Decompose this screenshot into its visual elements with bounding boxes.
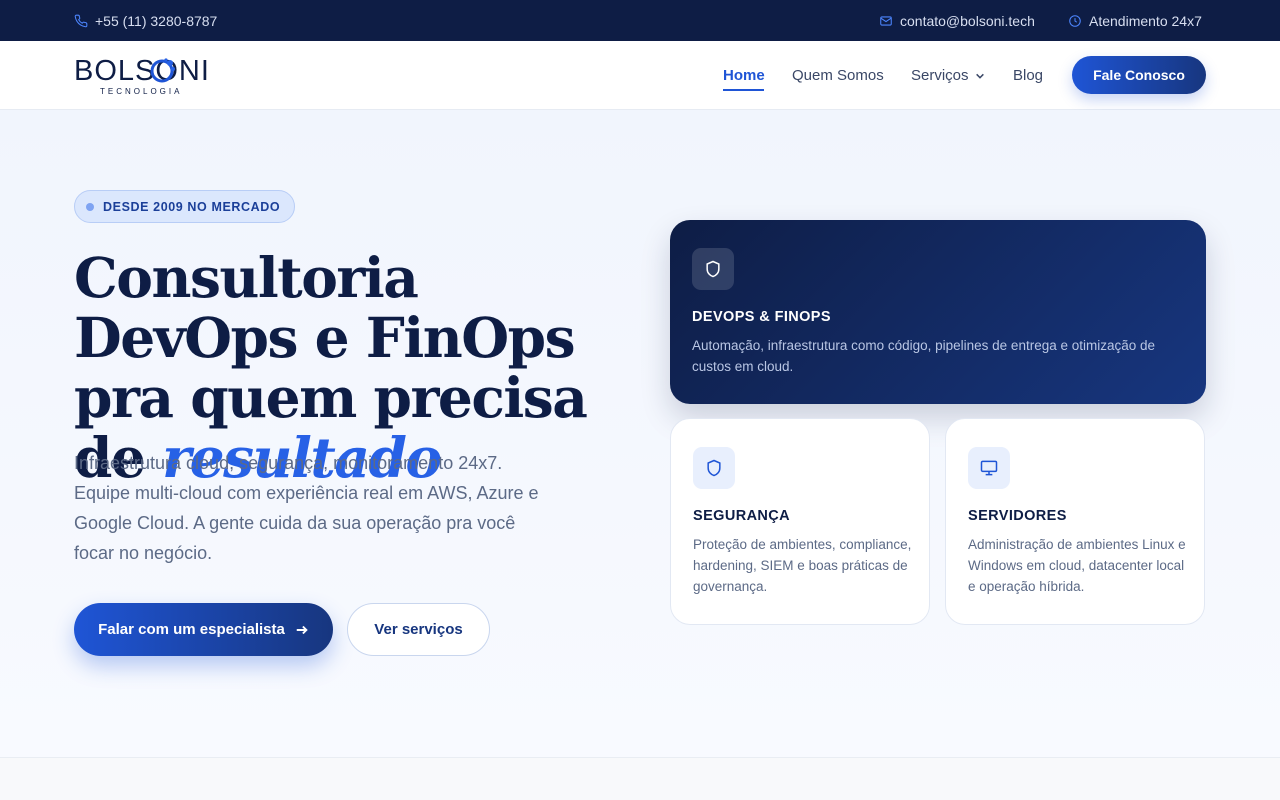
primary-cta-label: Falar com um especialista [98,621,285,638]
card-title: SERVIDORES [968,508,1067,524]
mail-icon [880,15,892,26]
arrow-right-icon [296,625,308,634]
service-card-devops[interactable]: DEVOPS & FINOPS Automação, infraestrutur… [670,220,1206,404]
card-description: Proteção de ambientes, compliance, harde… [693,537,912,594]
next-section-edge [0,757,1280,800]
nav-servicos-label: Serviços [911,67,969,84]
topbar-hours: Atendimento 24x7 [1068,0,1202,41]
brand-logo[interactable]: BOLSONI TECNOLOGIA [74,55,214,97]
topbar-email[interactable]: contato@bolsoni.tech [879,0,1035,41]
since-badge: DESDE 2009 NO MERCADO [74,190,295,223]
card-description: Automação, infraestrutura como código, p… [692,338,1156,374]
card-description: Administração de ambientes Linux e Windo… [968,537,1186,594]
card-title: SEGURANÇA [693,508,791,524]
brand-name: BOLSONI [74,55,210,87]
nav-quem-somos[interactable]: Quem Somos [792,41,884,110]
topbar-hours-text: Atendimento 24x7 [1089,12,1202,29]
badge-text: DESDE 2009 NO MERCADO [103,199,281,214]
logo-mark-icon [150,58,175,83]
talk-to-specialist-button[interactable]: Falar com um especialista [74,603,333,656]
nav-servicos[interactable]: Serviços [911,41,985,110]
service-card-seguranca[interactable]: SEGURANÇA Proteção de ambientes, complia… [670,418,930,625]
brand-tagline: TECNOLOGIA [100,87,183,96]
topbar-phone-text: +55 (11) 3280-8787 [95,12,218,29]
nav-blog[interactable]: Blog [1013,41,1043,110]
nav-active-indicator [723,89,764,91]
top-bar: +55 (11) 3280-8787 contato@bolsoni.tech … [0,0,1280,41]
phone-icon [74,14,88,27]
see-services-button[interactable]: Ver serviços [347,603,490,656]
shield-icon [693,447,735,489]
badge-dot-icon [86,202,94,211]
fale-conosco-button[interactable]: Fale Conosco [1072,56,1206,94]
shield-icon [692,248,734,290]
chevron-down-icon [975,73,984,79]
clock-icon [1069,14,1081,27]
topbar-phone[interactable]: +55 (11) 3280-8787 [74,0,217,41]
main-navbar: BOLSONI TECNOLOGIA Home Quem Somos Servi… [0,41,1280,110]
card-title: DEVOPS & FINOPS [692,309,831,325]
nav-home[interactable]: Home [723,41,765,110]
service-card-servidores[interactable]: SERVIDORES Administração de ambientes Li… [945,418,1205,625]
hero-lead: Infraestrutura cloud, segurança, monitor… [74,453,539,563]
topbar-email-text: contato@bolsoni.tech [900,12,1035,29]
monitor-icon [968,447,1010,489]
